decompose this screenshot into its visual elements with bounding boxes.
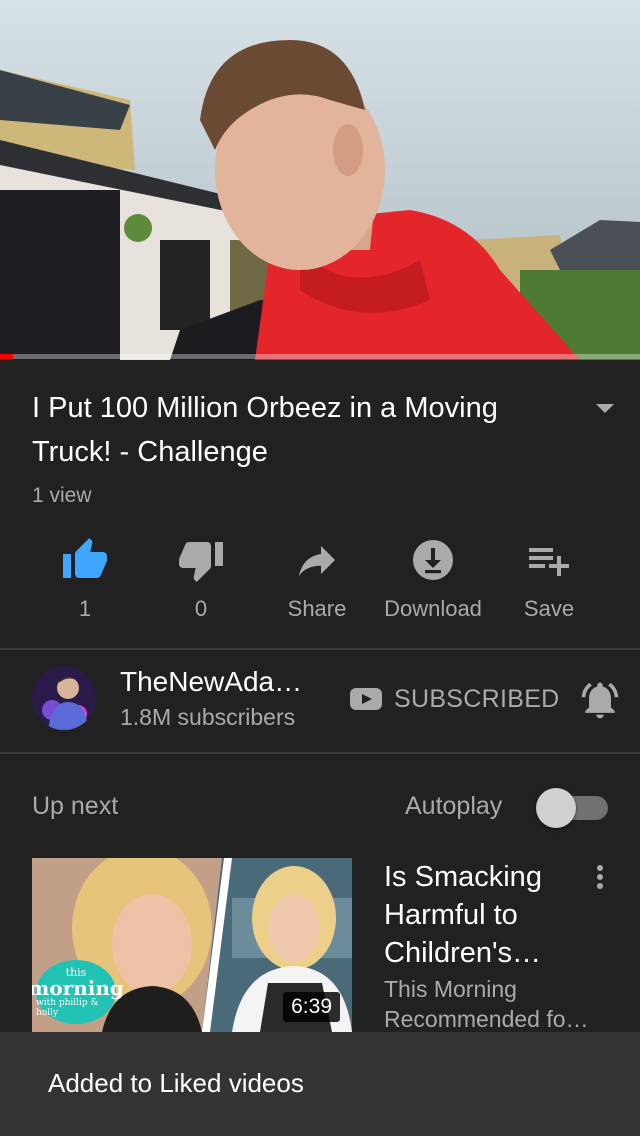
download-label: Download [384, 596, 482, 621]
channel-avatar[interactable] [32, 666, 96, 730]
like-count: 1 [78, 596, 92, 621]
share-label: Share [287, 596, 347, 621]
video-frame [0, 0, 640, 360]
video-player[interactable] [0, 0, 640, 360]
share-button[interactable]: Share [258, 536, 376, 626]
snackbar-message: Added to Liked videos [48, 1068, 304, 1098]
recommended-title[interactable]: Is Smacking Harmful to Children's… [384, 858, 574, 972]
logo-text-3: with phillip & holly [36, 997, 99, 1018]
progress-fill [0, 354, 13, 359]
divider [0, 752, 640, 754]
recommended-thumbnail[interactable]: this morning with phillip & holly 6:39 [32, 858, 352, 1032]
dislike-button[interactable]: 0 [142, 536, 260, 626]
progress-bar[interactable] [0, 354, 640, 359]
action-bar: 1 0 Share Download Save [26, 536, 616, 626]
chevron-down-icon[interactable] [592, 400, 618, 416]
share-icon [299, 546, 335, 576]
recommended-channel: This Morning [384, 976, 517, 1002]
video-info-panel: I Put 100 Million Orbeez in a Moving Tru… [0, 360, 640, 648]
save-label: Save [523, 596, 575, 621]
avatar-image [32, 666, 96, 730]
recommended-meta: Recommended fo… [384, 1006, 589, 1032]
autoplay-label: Autoplay [405, 792, 503, 820]
download-button[interactable]: Download [374, 536, 492, 626]
title-line: Harmful to [384, 899, 518, 931]
channel-row: TheNewAda… 1.8M subscribers SUBSCRIBED [0, 650, 640, 752]
subscribed-label: SUBSCRIBED [394, 684, 560, 713]
snackbar: Added to Liked videos [0, 1032, 640, 1136]
bell-icon[interactable] [578, 678, 622, 722]
save-playlist-icon [529, 548, 569, 576]
channel-name[interactable]: TheNewAda… [120, 666, 302, 698]
show-logo: this morning with phillip & holly [32, 960, 124, 1024]
download-icon [413, 540, 453, 580]
thumbs-up-icon [63, 538, 107, 578]
logo-text-2: morning [32, 975, 124, 1000]
title-line: Children's… [384, 937, 542, 969]
youtube-icon [350, 688, 382, 710]
title-line: Is Smacking [384, 861, 542, 893]
view-count: 1 view [32, 484, 92, 507]
video-duration: 6:39 [283, 992, 340, 1022]
video-title[interactable]: I Put 100 Million Orbeez in a Moving Tru… [32, 386, 572, 474]
thumbs-down-icon [179, 542, 223, 582]
subscribed-button[interactable]: SUBSCRIBED [350, 682, 560, 716]
dislike-count: 0 [194, 596, 208, 621]
save-button[interactable]: Save [490, 536, 608, 626]
like-button[interactable]: 1 [26, 536, 144, 626]
toggle-knob [536, 788, 576, 828]
more-vert-icon[interactable] [588, 862, 612, 892]
subscriber-count: 1.8M subscribers [120, 704, 296, 730]
up-next-label: Up next [32, 792, 119, 820]
autoplay-toggle[interactable] [536, 788, 608, 828]
